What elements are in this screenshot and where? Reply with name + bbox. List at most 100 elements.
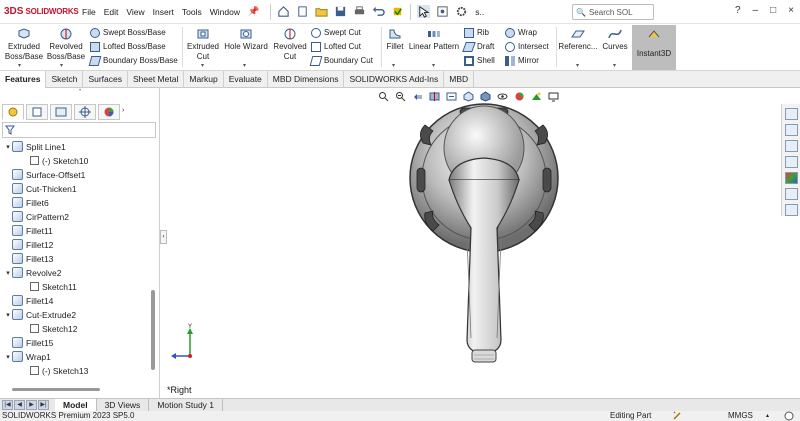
chevron-down-icon[interactable]: ▾	[18, 62, 21, 69]
units-selector[interactable]: MMGS	[728, 411, 753, 421]
tab-markup[interactable]: Markup	[184, 71, 224, 88]
section-view-icon[interactable]	[429, 91, 440, 102]
view-orientation-icon[interactable]	[463, 91, 474, 102]
property-manager-icon[interactable]	[26, 104, 48, 120]
view-settings-icon[interactable]	[548, 91, 559, 102]
first-tab-icon[interactable]: |◀	[2, 400, 13, 410]
tree-item-feature[interactable]: Fillet13	[4, 252, 53, 265]
zoom-to-fit-icon[interactable]	[378, 91, 389, 102]
display-manager-icon[interactable]	[98, 104, 120, 120]
open-folder-icon[interactable]	[315, 5, 328, 18]
rebuild-icon[interactable]	[391, 5, 404, 18]
tree-item-feature[interactable]: Cut-Thicken1	[4, 182, 77, 195]
shell-button[interactable]: Shell	[464, 54, 495, 67]
tree-item-feature[interactable]: Fillet14	[4, 294, 53, 307]
part-model[interactable]	[167, 88, 778, 398]
view-palette-icon[interactable]	[785, 156, 798, 168]
collapse-toggle-icon[interactable]: ▾	[4, 269, 12, 277]
tab-solidworks-add-ins[interactable]: SOLIDWORKS Add-Ins	[344, 71, 445, 88]
undo-icon[interactable]	[372, 5, 385, 18]
chevron-down-icon[interactable]: ▾	[243, 62, 246, 69]
reference-geometry-button[interactable]: Referenc...	[558, 26, 598, 52]
edit-appearance-icon[interactable]	[514, 91, 525, 102]
tab-sketch[interactable]: Sketch	[46, 71, 84, 88]
display-style-icon[interactable]	[480, 91, 491, 102]
tree-item-feature[interactable]: Fillet15	[4, 336, 53, 349]
hide-show-items-icon[interactable]	[497, 91, 508, 102]
wrap-button[interactable]: Wrap	[505, 26, 537, 39]
menu-edit[interactable]: Edit	[104, 7, 119, 17]
tab-mbd-dimensions[interactable]: MBD Dimensions	[268, 71, 345, 88]
solidworks-logo[interactable]: 3DS SOLIDWORKS	[4, 6, 82, 17]
revolved-boss-button[interactable]: Revolved Boss/Base	[46, 26, 86, 62]
tree-filter-input[interactable]	[2, 122, 156, 138]
lofted-cut-button[interactable]: Lofted Cut	[311, 40, 361, 53]
help-bubble-icon[interactable]	[784, 411, 794, 421]
home-icon[interactable]	[277, 5, 290, 18]
solidworks-resources-icon[interactable]	[785, 108, 798, 120]
appearances-scenes-icon[interactable]	[785, 172, 798, 184]
tree-item-sketch[interactable]: Sketch11	[22, 280, 77, 293]
instant3d-button[interactable]: Instant3D	[632, 25, 676, 70]
design-library-icon[interactable]	[785, 124, 798, 136]
tree-item-feature[interactable]: Fillet12	[4, 238, 53, 251]
menu-tools[interactable]: Tools	[182, 7, 202, 17]
panel-collapse-handle[interactable]: ‹	[160, 230, 167, 244]
chevron-up-icon[interactable]: ▴	[766, 411, 769, 421]
linear-pattern-button[interactable]: Linear Pattern	[408, 26, 460, 52]
save-icon[interactable]	[334, 5, 347, 18]
tree-item-feature[interactable]: Fillet11	[4, 224, 53, 237]
apply-scene-icon[interactable]	[531, 91, 542, 102]
tab-model[interactable]: Model	[55, 398, 97, 412]
boundary-boss-button[interactable]: Boundary Boss/Base	[88, 54, 178, 67]
draft-button[interactable]: Draft	[462, 40, 494, 53]
featuremanager-tree-icon[interactable]	[2, 104, 24, 120]
intersect-button[interactable]: Intersect	[505, 40, 549, 53]
tree-item-feature[interactable]: ▾ Wrap1	[4, 350, 51, 363]
tab-features[interactable]: Features	[0, 71, 47, 88]
extruded-cut-button[interactable]: Extruded Cut	[185, 26, 221, 62]
print-icon[interactable]	[353, 5, 366, 18]
revolved-cut-button[interactable]: Revolved Cut	[272, 26, 308, 62]
collapse-toggle-icon[interactable]: ▾	[4, 353, 12, 361]
select-filter-icon[interactable]	[436, 5, 449, 18]
tree-vertical-scrollbar[interactable]	[151, 290, 155, 370]
tab-evaluate[interactable]: Evaluate	[224, 71, 268, 88]
pin-icon[interactable]: 📌	[248, 6, 259, 17]
expand-tabs-icon[interactable]: ›	[122, 104, 132, 120]
tab-sheet-metal[interactable]: Sheet Metal	[128, 71, 185, 88]
tree-item-feature[interactable]: Surface-Offset1	[4, 168, 85, 181]
help-icon[interactable]: ?	[735, 5, 741, 16]
minimize-icon[interactable]: –	[753, 5, 759, 16]
document-name[interactable]: s..	[475, 7, 484, 17]
configuration-manager-icon[interactable]	[50, 104, 72, 120]
tree-item-feature[interactable]: CirPattern2	[4, 210, 69, 223]
menu-file[interactable]: File	[82, 7, 96, 17]
lofted-boss-button[interactable]: Lofted Boss/Base	[90, 40, 166, 53]
rib-button[interactable]: Rib	[464, 26, 489, 39]
swept-cut-button[interactable]: Swept Cut	[311, 26, 361, 39]
zoom-to-area-icon[interactable]	[395, 91, 406, 102]
panel-grip-icon[interactable]: •	[0, 88, 160, 100]
tree-horizontal-scrollbar[interactable]	[12, 388, 100, 391]
tree-item-sketch[interactable]: (-) Sketch13	[22, 364, 88, 377]
dimxpert-manager-icon[interactable]	[74, 104, 96, 120]
tree-item-sketch[interactable]: (-) Sketch10	[22, 154, 88, 167]
collapse-toggle-icon[interactable]: ▾	[4, 143, 12, 151]
chevron-down-icon[interactable]: ▾	[60, 62, 63, 69]
last-tab-icon[interactable]: ▶|	[38, 400, 49, 410]
fillet-button[interactable]: Fillet	[384, 26, 406, 52]
select-arrow-icon[interactable]	[417, 5, 431, 18]
hole-wizard-button[interactable]: Hole Wizard	[222, 26, 270, 52]
mirror-button[interactable]: Mirror	[505, 54, 539, 67]
tab-mbd[interactable]: MBD	[444, 71, 475, 88]
tree-item-sketch[interactable]: Sketch12	[22, 322, 77, 335]
tab-motion-study-1[interactable]: Motion Study 1	[149, 398, 224, 412]
previous-view-icon[interactable]	[412, 91, 423, 102]
options-gear-icon[interactable]	[455, 5, 468, 18]
custom-properties-icon[interactable]	[785, 188, 798, 200]
graphics-area[interactable]: Y	[167, 88, 778, 398]
tree-item-feature[interactable]: ▾ Cut-Extrude2	[4, 308, 76, 321]
tree-item-feature[interactable]: ▾ Revolve2	[4, 266, 61, 279]
new-document-icon[interactable]	[296, 5, 309, 18]
